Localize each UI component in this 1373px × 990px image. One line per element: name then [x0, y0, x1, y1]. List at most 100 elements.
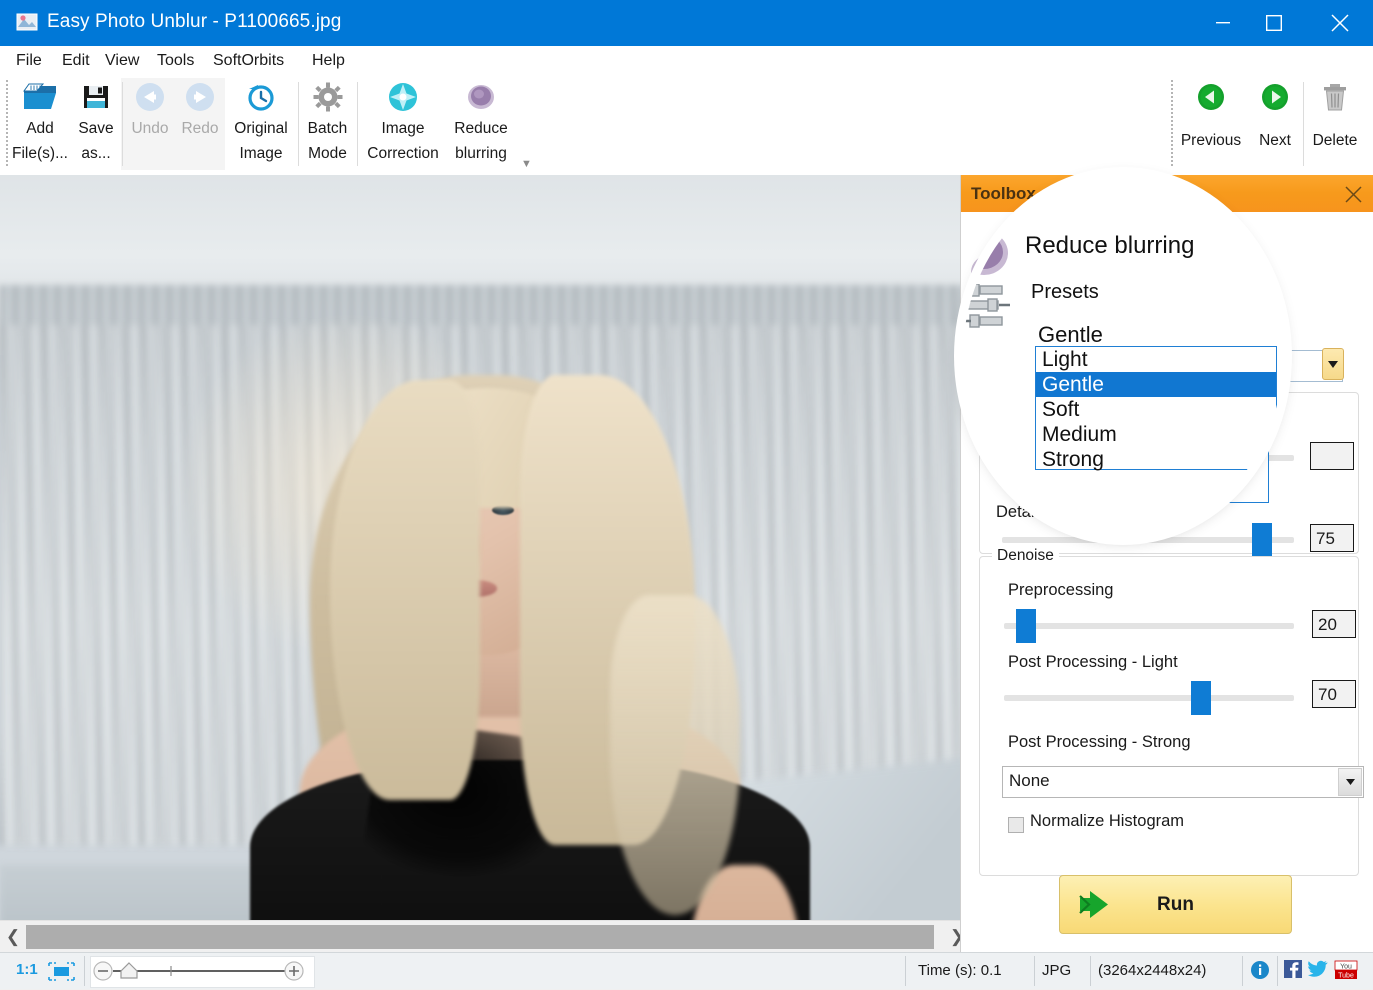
denoise-group-title: Denoise — [992, 547, 1059, 565]
presets-label: Presets — [1029, 317, 1087, 337]
run-button[interactable]: Run — [1059, 875, 1292, 934]
image-dimensions-label: (3264x2448x24) — [1098, 962, 1206, 979]
smooth-value-input[interactable] — [1310, 442, 1354, 470]
reduce-blurring-line1: Reduce — [442, 116, 520, 141]
menu-edit[interactable]: Edit — [62, 52, 90, 70]
preset-combobox[interactable]: Gentle — [1041, 350, 1343, 382]
twitter-icon[interactable] — [1308, 960, 1328, 980]
post-strong-combobox[interactable]: None — [1002, 766, 1364, 798]
toolbar-separator-1 — [122, 82, 123, 166]
undo-button[interactable]: Undo — [126, 78, 174, 141]
status-separator-5 — [1242, 956, 1243, 986]
detail-slider-thumb[interactable] — [1252, 523, 1272, 557]
menu-view[interactable]: View — [105, 52, 139, 70]
zoom-ratio-label[interactable]: 1:1 — [16, 961, 38, 978]
photo-canvas[interactable] — [0, 175, 970, 920]
normalize-histogram-checkbox[interactable] — [1008, 817, 1024, 833]
detail-value-input[interactable]: 75 — [1310, 524, 1354, 552]
detail-slider-track[interactable] — [1002, 537, 1294, 543]
preset-dropdown-list[interactable]: Light Gentle Soft Medium Strong — [1035, 383, 1269, 503]
chevron-down-icon[interactable] — [1338, 768, 1362, 796]
file-format-label: JPG — [1042, 962, 1071, 979]
save-as-button[interactable]: Save as... — [70, 78, 122, 166]
dropdown-option-soft[interactable]: Soft — [1036, 432, 1268, 456]
post-light-label: Post Processing - Light — [1008, 653, 1178, 672]
zoom-slider[interactable] — [90, 956, 315, 988]
application-window: Easy Photo Unblur - P1100665.jpg File Ed… — [0, 0, 1373, 988]
info-icon[interactable] — [1250, 960, 1270, 980]
window-title: Easy Photo Unblur - P1100665.jpg — [47, 11, 341, 33]
processing-time-label: Time (s): 0.1 — [918, 962, 1002, 979]
delete-button[interactable]: Delete — [1304, 78, 1366, 166]
status-separator-3 — [1034, 956, 1035, 986]
tool-title: Reduce blurring — [1026, 267, 1160, 289]
close-icon[interactable] — [1340, 181, 1366, 207]
original-image-line1: Original — [226, 116, 296, 141]
arrow-left-circle-icon — [126, 78, 174, 116]
fit-to-screen-icon[interactable] — [48, 962, 75, 981]
chevron-left-icon[interactable]: ❮ — [0, 921, 26, 953]
status-bar: 1:1 Time (s): 0.1 JPG (3264x2448x24) — [0, 952, 1373, 989]
photo-icon — [16, 12, 38, 32]
scrollbar-thumb[interactable] — [26, 925, 934, 949]
status-separator-2 — [905, 956, 906, 986]
post-light-slider-track[interactable] — [1004, 695, 1294, 701]
preprocessing-value-input[interactable]: 20 — [1312, 610, 1356, 638]
menu-bar — [0, 46, 1373, 74]
run-button-label: Run — [1060, 876, 1291, 933]
menu-help[interactable]: Help — [312, 52, 345, 70]
toolbox-body: Reduce blurring Presets Gentle Light Gen… — [961, 212, 1373, 952]
next-label: Next — [1248, 116, 1302, 166]
blur-blob-icon — [967, 250, 1011, 294]
menu-tools[interactable]: Tools — [157, 52, 194, 70]
image-correction-line2: Correction — [357, 141, 449, 166]
menu-softorbits[interactable]: SoftOrbits — [213, 52, 284, 70]
save-as-line1: Save — [70, 116, 122, 141]
dropdown-option-gentle[interactable]: Gentle — [1036, 408, 1268, 432]
dropdown-option-medium[interactable]: Medium — [1036, 456, 1268, 480]
next-button[interactable]: Next — [1248, 78, 1302, 166]
post-strong-label: Post Processing - Strong — [1008, 733, 1191, 752]
batch-mode-button[interactable]: Batch Mode — [301, 78, 354, 166]
canvas-horizontal-scrollbar[interactable]: ❮ ❯ — [0, 920, 970, 953]
maximize-button[interactable] — [1251, 0, 1297, 46]
denoise-group: Denoise Preprocessing 20 Post Processing… — [979, 556, 1359, 876]
post-light-value-input[interactable]: 70 — [1312, 680, 1356, 708]
post-light-slider-thumb[interactable] — [1191, 681, 1211, 715]
preprocessing-slider-track[interactable] — [1004, 623, 1294, 629]
image-correction-button[interactable]: Image Correction — [357, 78, 449, 166]
photo-hair-strand — [610, 595, 740, 915]
delete-label: Delete — [1304, 116, 1366, 166]
facebook-icon[interactable] — [1284, 960, 1304, 980]
open-folder-icon — [12, 78, 68, 116]
batch-mode-line1: Batch — [301, 116, 354, 141]
clock-revert-icon — [226, 78, 296, 116]
minimize-button[interactable] — [1200, 0, 1246, 46]
green-left-arrow-icon — [1175, 78, 1247, 116]
add-files-button[interactable]: Add File(s)... — [12, 78, 68, 166]
sparkle-icon — [357, 78, 449, 116]
svg-text:Tube: Tube — [1338, 972, 1354, 979]
add-files-line1: Add — [12, 116, 68, 141]
preprocessing-slider-thumb[interactable] — [1016, 609, 1036, 643]
trash-icon — [1304, 78, 1366, 116]
toolbar-overflow-button[interactable]: ▼ — [521, 158, 532, 170]
previous-button[interactable]: Previous — [1175, 78, 1247, 166]
redo-label: Redo — [176, 116, 224, 141]
original-image-button[interactable]: Original Image — [226, 78, 296, 166]
dropdown-option-strong[interactable]: Strong — [1036, 480, 1268, 504]
redo-button[interactable]: Redo — [176, 78, 224, 141]
close-button[interactable] — [1317, 0, 1363, 46]
chevron-down-icon[interactable] — [1322, 348, 1344, 380]
gear-icon — [301, 78, 354, 116]
preprocessing-label: Preprocessing — [1008, 581, 1113, 600]
scrollbar-track[interactable] — [26, 925, 944, 949]
image-correction-line1: Image — [357, 116, 449, 141]
toolbar-separator-2 — [298, 82, 299, 166]
post-strong-value: None — [1009, 771, 1050, 791]
reduce-blurring-button[interactable]: Reduce blurring — [442, 78, 520, 166]
youtube-icon[interactable]: You Tube — [1334, 960, 1354, 980]
title-bar: Easy Photo Unblur - P1100665.jpg — [0, 0, 1373, 46]
dropdown-option-light[interactable]: Light — [1036, 384, 1268, 408]
menu-file[interactable]: File — [16, 52, 42, 70]
